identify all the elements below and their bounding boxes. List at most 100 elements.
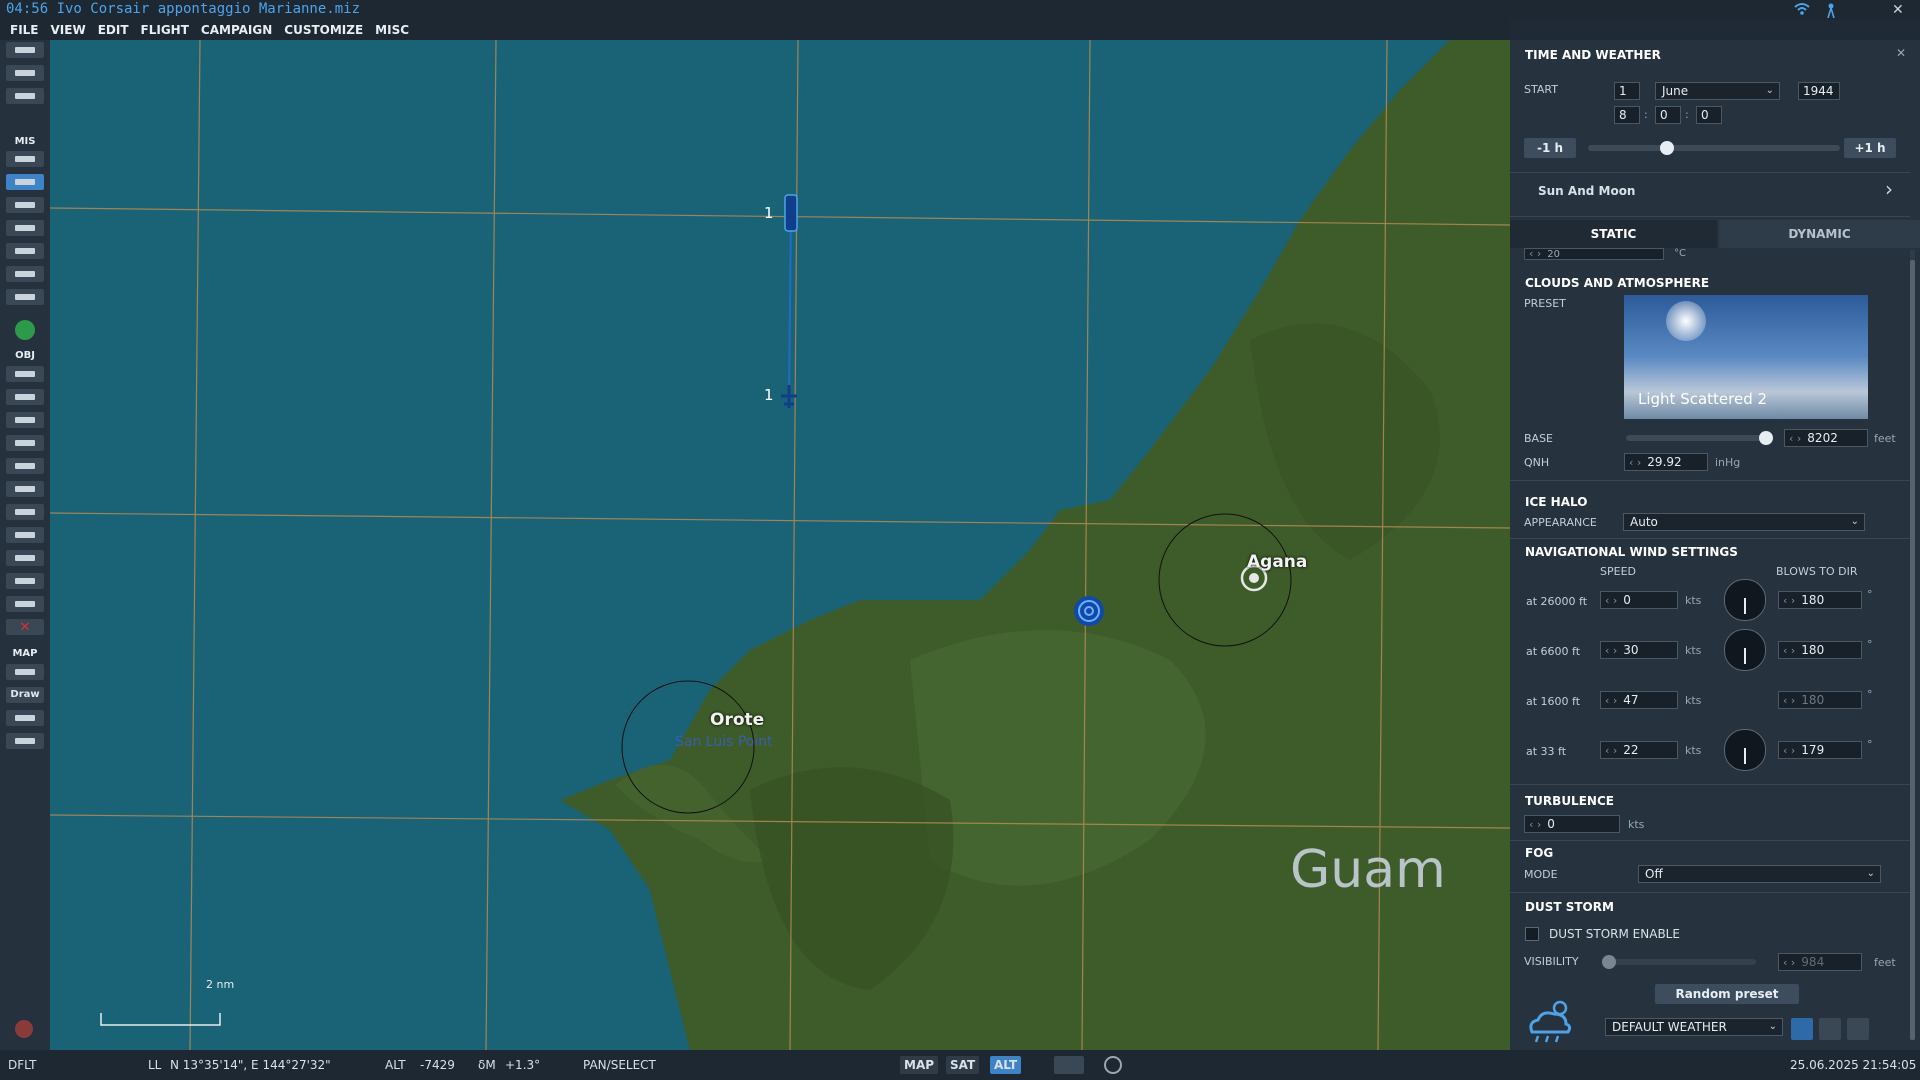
appearance-select[interactable]: Auto ⌄ — [1623, 513, 1865, 531]
add-plane-button[interactable] — [6, 366, 44, 382]
start-day-input[interactable]: 1 — [1614, 82, 1640, 100]
minus-hour-button[interactable]: -1 h — [1524, 138, 1576, 158]
add-template-button[interactable] — [6, 481, 44, 497]
menu-misc[interactable]: MISC — [375, 20, 409, 40]
weather-button[interactable] — [6, 174, 44, 190]
wind-speed-input[interactable]: ‹ › 47 — [1600, 691, 1678, 709]
triggers-button[interactable] — [6, 289, 44, 305]
appearance-label: APPEARANCE — [1524, 516, 1597, 529]
flight-route — [788, 211, 792, 398]
sun-moon-link[interactable]: Sun And Moon — [1538, 184, 1635, 198]
add-bullseye-button[interactable] — [6, 550, 44, 566]
base-slider-knob[interactable] — [1759, 431, 1773, 445]
menu-customize[interactable]: CUSTOMIZE — [284, 20, 363, 40]
start-month-select[interactable]: June ⌄ — [1655, 82, 1780, 100]
chevron-right-icon[interactable]: › — [1885, 177, 1893, 201]
sat-view-button[interactable]: SAT — [946, 1056, 980, 1074]
left-toolbar: MIS OBJ ✕ MAP Draw — [0, 40, 50, 1050]
save-mission-button[interactable] — [6, 88, 44, 104]
mission-briefing-button[interactable] — [6, 151, 44, 167]
settings-gear-icon[interactable] — [1104, 1056, 1122, 1074]
wind-dir-value: 180 — [1801, 693, 1825, 707]
dust-storm-enable-label: DUST STORM ENABLE — [1549, 927, 1680, 941]
panel-scrollbar[interactable] — [1910, 250, 1915, 1040]
wind-direction-dial[interactable] — [1724, 729, 1766, 771]
base-input[interactable]: ‹ › 8202 — [1784, 429, 1868, 447]
wind-dir-input[interactable]: ‹ › 180 — [1778, 641, 1862, 659]
new-mission-button[interactable] — [6, 42, 44, 58]
start-second-input[interactable]: 0 — [1696, 106, 1722, 124]
divider — [1510, 216, 1910, 217]
map-frame-button[interactable] — [6, 733, 44, 749]
tab-dynamic[interactable]: DYNAMIC — [1719, 220, 1920, 248]
wind-dir-input[interactable]: ‹ › 179 — [1778, 741, 1862, 759]
panel-close-icon[interactable]: ✕ — [1896, 46, 1906, 60]
check-button[interactable] — [6, 266, 44, 282]
mission-goals-button[interactable] — [6, 220, 44, 236]
start-year-input[interactable]: 1944 — [1798, 82, 1840, 100]
plus-hour-button[interactable]: +1 h — [1844, 138, 1896, 158]
cloud-preset-thumbnail[interactable]: Light Scattered 2 — [1624, 295, 1868, 419]
record-icon[interactable] — [15, 1020, 33, 1038]
load-weather-icon[interactable] — [1791, 1018, 1813, 1040]
wifi-icon[interactable] — [1794, 2, 1810, 20]
mag-var-value: +1.3° — [505, 1058, 541, 1072]
mission-map[interactable]: Orote San Luis Point Agana Guam 1 1 2 nm — [50, 40, 1510, 1050]
trigger-zone-button[interactable] — [6, 197, 44, 213]
save-weather-icon[interactable] — [1819, 1018, 1841, 1040]
profile-selector[interactable]: DFLT — [8, 1058, 37, 1072]
add-helicopter-button[interactable] — [6, 389, 44, 405]
wind-speed-input[interactable]: ‹ › 30 — [1600, 641, 1678, 659]
wind-speed-input[interactable]: ‹ › 22 — [1600, 741, 1678, 759]
wind-direction-dial[interactable] — [1724, 579, 1766, 621]
fly-mission-icon[interactable] — [15, 320, 35, 340]
open-mission-button[interactable] — [6, 65, 44, 81]
preset-name: Light Scattered 2 — [1638, 390, 1768, 408]
map-view-button[interactable]: MAP — [900, 1056, 939, 1074]
add-shapes-button[interactable] — [6, 596, 44, 612]
add-initial-point-button[interactable] — [6, 573, 44, 589]
turbulence-input[interactable]: ‹ › 0 — [1524, 815, 1620, 833]
time-slider[interactable] — [1588, 145, 1840, 151]
add-vehicle-button[interactable] — [6, 435, 44, 451]
draw-button[interactable]: Draw — [6, 687, 44, 703]
delete-button[interactable]: ✕ — [6, 619, 44, 635]
menu-flight[interactable]: FLIGHT — [141, 20, 189, 40]
chevron-down-icon: ⌄ — [1765, 85, 1774, 96]
label-agana: Agana — [1247, 552, 1308, 572]
fog-mode-select[interactable]: Off ⌄ — [1638, 865, 1881, 883]
delete-weather-icon[interactable] — [1847, 1018, 1869, 1040]
qnh-input[interactable]: ‹ › 29.92 — [1624, 453, 1708, 471]
alt-view-button[interactable]: ALT — [990, 1056, 1022, 1074]
add-nav-point-button[interactable] — [6, 504, 44, 520]
wind-direction-dial[interactable] — [1724, 629, 1766, 671]
menu-campaign[interactable]: CAMPAIGN — [201, 20, 272, 40]
wind-speed-value: 0 — [1623, 593, 1631, 607]
map-options-button[interactable] — [6, 664, 44, 680]
menu-edit[interactable]: EDIT — [98, 20, 129, 40]
coords-label: LL — [148, 1058, 162, 1072]
random-preset-button[interactable]: Random preset — [1655, 984, 1799, 1004]
temperature-input[interactable]: ‹ › 20 — [1524, 248, 1664, 260]
antenna-icon[interactable] — [1824, 2, 1838, 22]
base-slider[interactable] — [1626, 435, 1772, 441]
panel-scrollbar-thumb[interactable] — [1910, 260, 1915, 1040]
add-target-button[interactable] — [6, 527, 44, 543]
menu-file[interactable]: FILE — [10, 20, 39, 40]
wind-speed-input[interactable]: ‹ › 0 — [1600, 591, 1678, 609]
start-minute-input[interactable]: 0 — [1655, 106, 1681, 124]
coalitions-button[interactable] — [6, 243, 44, 259]
weather-preset-select[interactable]: DEFAULT WEATHER ⌄ — [1605, 1018, 1783, 1036]
dust-storm-checkbox[interactable] — [1525, 927, 1539, 941]
start-hour-input[interactable]: 8 — [1614, 106, 1640, 124]
map-layer-icon[interactable] — [1054, 1056, 1084, 1074]
add-ship-button[interactable] — [6, 412, 44, 428]
tab-static[interactable]: STATIC — [1510, 220, 1717, 248]
ruler-button[interactable] — [6, 710, 44, 726]
wind-dir-value: 180 — [1801, 593, 1825, 607]
add-static-button[interactable] — [6, 458, 44, 474]
close-window-icon[interactable]: ✕ — [1892, 2, 1904, 18]
wind-dir-input[interactable]: ‹ › 180 — [1778, 591, 1862, 609]
time-slider-knob[interactable] — [1660, 141, 1674, 155]
menu-view[interactable]: VIEW — [51, 20, 86, 40]
